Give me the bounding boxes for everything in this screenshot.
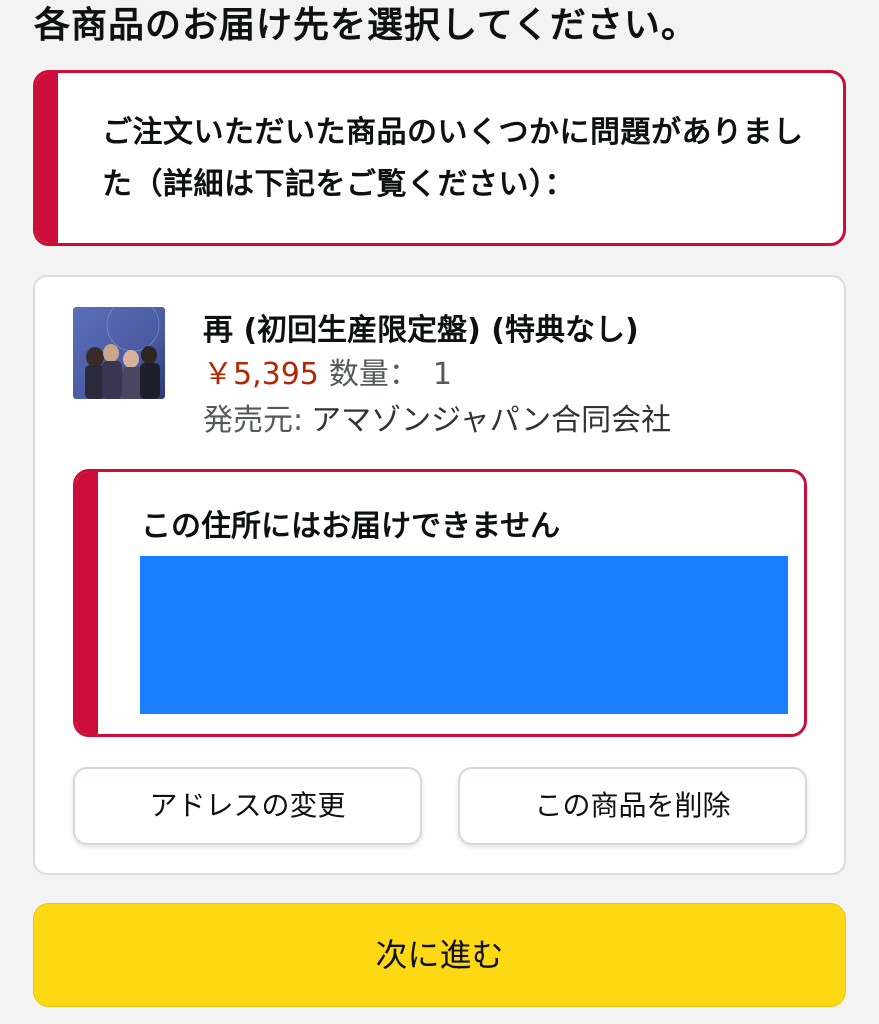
quantity-value: 1: [432, 357, 452, 392]
address-alert-message: この住所にはお届けできません: [141, 509, 561, 544]
price-quantity-line: ￥5,395 数量： 1: [203, 353, 452, 397]
product-title[interactable]: 再 (初回生産限定盤) (特典なし): [203, 309, 639, 353]
product-thumbnail[interactable]: [73, 307, 165, 399]
seller-name: アマゾンジャパン合同会社: [311, 403, 672, 438]
continue-button[interactable]: 次に進む: [33, 903, 846, 1007]
quantity-label: 数量：: [328, 357, 419, 392]
seller-label: 発売元:: [203, 403, 304, 438]
address-alert: この住所にはお届けできません: [73, 469, 807, 737]
change-address-button[interactable]: アドレスの変更: [73, 767, 422, 845]
alert-stripe: [36, 73, 58, 243]
redacted-address: [140, 556, 788, 714]
error-alert: ご注文いただいた商品のいくつかに問題がありました（詳細は下記をご覧ください）：: [33, 70, 846, 246]
page-title: 各商品のお届け先を選択してください。: [34, 5, 698, 46]
error-alert-message: ご注文いただいた商品のいくつかに問題がありました（詳細は下記をご覧ください）：: [102, 115, 804, 202]
item-card: 再 (初回生産限定盤) (特典なし) ￥5,395 数量： 1 発売元: アマゾンジャ…: [33, 275, 846, 875]
checkout-page: 各商品のお届け先を選択してください。 ご注文いただいた商品のいくつかに問題があり…: [0, 0, 879, 1024]
seller-line: 発売元: アマゾンジャパン合同会社: [203, 397, 671, 445]
product-price: ￥5,395: [203, 357, 319, 392]
delete-item-button[interactable]: この商品を削除: [458, 767, 807, 845]
alert-stripe: [76, 472, 98, 734]
